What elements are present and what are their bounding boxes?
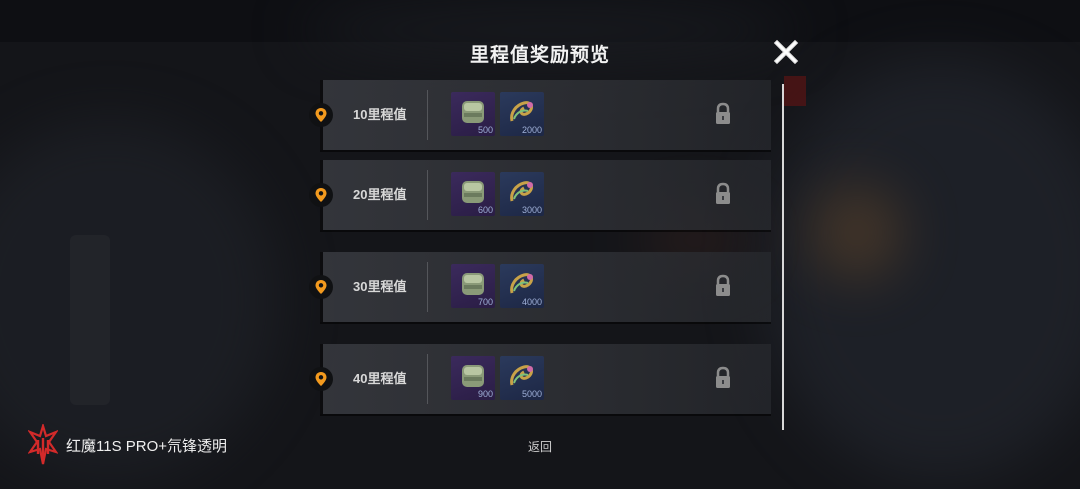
reward-quantity: 700 <box>477 297 493 307</box>
device-watermark: 红魔11S PRO+氘锋透明 <box>28 424 227 466</box>
coil-part-icon <box>510 365 533 386</box>
lock-icon <box>713 366 733 390</box>
lock-icon <box>713 274 733 298</box>
background-blur <box>812 185 902 280</box>
background-sidebar <box>70 235 110 405</box>
location-pin-icon <box>309 183 333 207</box>
reward-quantity: 4000 <box>521 297 542 307</box>
location-pin-icon <box>309 367 333 391</box>
location-pin-icon <box>309 275 333 299</box>
reward-quantity: 2000 <box>521 125 542 135</box>
red-magic-logo-icon <box>28 424 58 465</box>
milestone-label: 30里程值 <box>353 279 407 294</box>
reward-quantity: 900 <box>477 389 493 399</box>
list-item: 20里程值 600 3000 <box>309 160 771 230</box>
close-icon <box>773 39 799 65</box>
milestone-label: 10里程值 <box>353 107 407 122</box>
coil-part-icon <box>510 101 533 122</box>
reward-quantity: 5000 <box>521 389 542 399</box>
fuel-canister-icon <box>462 101 484 123</box>
coil-part-icon <box>510 181 533 202</box>
fuel-canister-icon <box>462 181 484 203</box>
fuel-canister-icon <box>462 273 484 295</box>
reward-item[interactable]: 600 <box>451 172 495 216</box>
milestone-label: 20里程值 <box>353 187 407 202</box>
background-blur <box>760 60 1080 480</box>
list-item: 40里程值 900 5000 <box>309 344 771 414</box>
reward-item[interactable]: 500 <box>451 92 495 136</box>
reward-item[interactable]: 900 <box>451 356 495 400</box>
fuel-canister-icon <box>462 365 484 387</box>
watermark-text: 红魔11S PRO+氘锋透明 <box>66 437 228 455</box>
list-item: 10里程值 500 2000 <box>309 80 771 150</box>
lock-icon <box>713 102 733 126</box>
coil-part-icon <box>510 273 533 294</box>
location-pin-icon <box>309 103 333 127</box>
dialog-title: 里程值奖励预览 <box>469 45 610 66</box>
reward-item[interactable]: 2000 <box>500 92 544 136</box>
row-divider <box>427 262 428 312</box>
row-divider <box>427 90 428 140</box>
row-divider <box>427 354 428 404</box>
return-button[interactable]: 返回 <box>510 438 570 455</box>
reward-quantity: 500 <box>477 125 493 135</box>
reward-quantity: 600 <box>477 205 493 215</box>
close-button[interactable] <box>770 36 802 68</box>
row-divider <box>427 170 428 220</box>
milestone-reward-list[interactable]: 10里程值 500 2000 20里程值 600 3000 30里程值 700 … <box>306 80 776 426</box>
reward-item[interactable]: 5000 <box>500 356 544 400</box>
milestone-label: 40里程值 <box>353 371 407 386</box>
list-item: 30里程值 700 4000 <box>309 252 771 322</box>
background-badge <box>784 76 806 106</box>
reward-item[interactable]: 3000 <box>500 172 544 216</box>
reward-item[interactable]: 4000 <box>500 264 544 308</box>
list-scrollbar[interactable] <box>782 84 784 430</box>
lock-icon <box>713 182 733 206</box>
reward-quantity: 3000 <box>521 205 542 215</box>
reward-item[interactable]: 700 <box>451 264 495 308</box>
